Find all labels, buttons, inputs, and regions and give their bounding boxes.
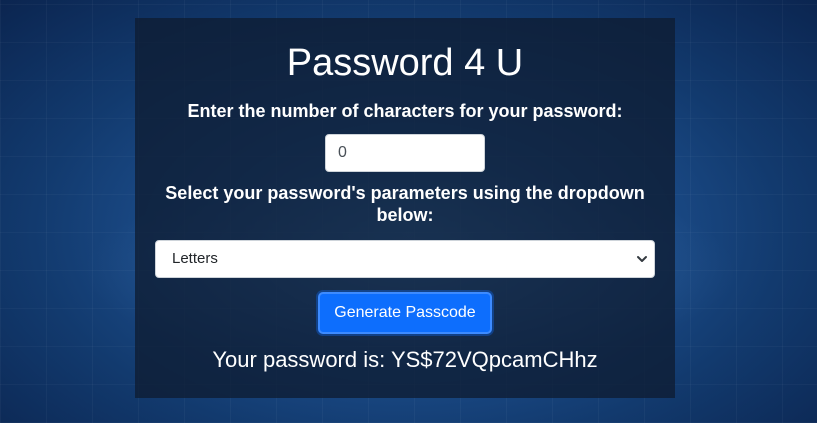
character-count-input[interactable] <box>325 134 485 172</box>
parameters-select[interactable]: Letters <box>155 240 655 278</box>
password-result-value: YS$72VQpcamCHhz <box>390 347 598 372</box>
password-card: Password 4 U Enter the number of charact… <box>135 18 675 398</box>
password-result: Your password is: YS$72VQpcamCHhz <box>135 346 675 374</box>
character-count-label: Enter the number of characters for your … <box>187 101 623 121</box>
chevron-down-icon <box>637 256 647 262</box>
parameters-label: Select your password's parameters using … <box>165 183 645 225</box>
generate-passcode-button[interactable]: Generate Passcode <box>318 292 492 334</box>
password-result-prefix: Your password is: <box>212 347 391 372</box>
page-title: Password 4 U <box>286 42 524 84</box>
parameters-select-value: Letters <box>172 250 218 267</box>
